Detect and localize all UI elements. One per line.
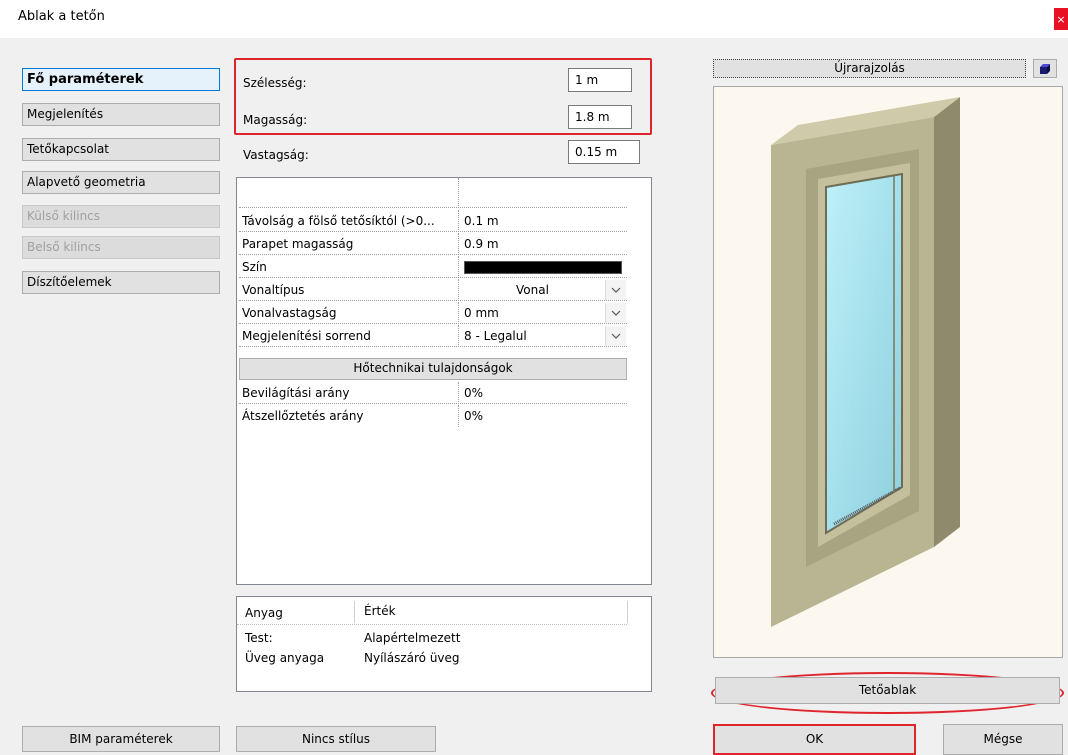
- property-label: Átszellőztetés arány: [242, 409, 364, 423]
- roof-window-type-button[interactable]: Tetőablak: [715, 677, 1060, 704]
- property-label: Parapet magasság: [239, 233, 457, 255]
- nav-item-basic-geometry[interactable]: Alapvető geometria: [22, 171, 220, 194]
- property-row[interactable]: Vonaltípus Vonal: [237, 279, 627, 301]
- materials-header: [237, 597, 627, 625]
- view-mode-button[interactable]: [1033, 59, 1057, 78]
- width-field[interactable]: 1 m: [568, 68, 632, 92]
- property-row[interactable]: Parapet magasság 0.9 m: [237, 233, 627, 255]
- chevron-down-icon[interactable]: [605, 326, 626, 346]
- value-column-header: Érték: [364, 604, 396, 618]
- chevron-down-icon[interactable]: [605, 303, 626, 323]
- property-label: Szín: [239, 256, 457, 278]
- height-field[interactable]: 1.8 m: [568, 105, 632, 129]
- close-icon: ×: [1056, 12, 1066, 26]
- material-value[interactable]: Nyílászáró üveg: [364, 651, 460, 665]
- linetype-value: Vonal: [516, 283, 549, 297]
- material-column-header: Anyag: [245, 606, 283, 620]
- width-label: Szélesség:: [243, 76, 307, 90]
- property-label: Vonalvastagság: [239, 302, 457, 324]
- style-button[interactable]: Nincs stílus: [236, 726, 436, 752]
- color-value[interactable]: [458, 256, 627, 278]
- window-title: Ablak a tetőn: [18, 9, 105, 24]
- property-label: Vonaltípus: [239, 279, 457, 301]
- thermal-properties-button[interactable]: Hőtechnikai tulajdonságok: [239, 358, 627, 380]
- material-value[interactable]: Alapértelmezett: [364, 631, 460, 645]
- height-label: Magasság:: [243, 113, 308, 127]
- nav-item-display[interactable]: Megjelenítés: [22, 103, 220, 126]
- column-divider: [627, 601, 628, 623]
- property-value[interactable]: 0%: [458, 405, 627, 427]
- nav-item-roof-connection[interactable]: Tetőkapcsolat: [22, 138, 220, 161]
- thickness-label: Vastagság:: [243, 148, 309, 162]
- cube-icon: [1040, 63, 1050, 74]
- property-row[interactable]: Szín: [237, 256, 627, 278]
- property-row[interactable]: Távolság a fölső tetősíktól (>0... 0.1 m: [237, 210, 627, 232]
- redraw-button[interactable]: Újrarajzolás: [713, 59, 1026, 78]
- nav-item-decorations[interactable]: Díszítőelemek: [22, 271, 220, 294]
- column-divider: [354, 601, 355, 623]
- linetype-select[interactable]: Vonal: [458, 279, 627, 301]
- property-row[interactable]: Átszellőztetés arány 0%: [237, 405, 627, 427]
- property-grid-header: [237, 178, 627, 208]
- property-value[interactable]: 0.1 m: [458, 210, 627, 232]
- color-swatch[interactable]: [464, 261, 622, 274]
- display-order-select[interactable]: 8 - Legalul: [458, 325, 627, 347]
- close-button[interactable]: ×: [1054, 8, 1068, 30]
- nav-item-inner-handle: Belső kilincs: [22, 236, 220, 259]
- nav-item-outer-handle: Külső kilincs: [22, 205, 220, 228]
- ok-button[interactable]: OK: [713, 724, 916, 755]
- property-label: Megjelenítési sorrend: [239, 325, 457, 347]
- thickness-field[interactable]: 0.15 m: [568, 140, 640, 164]
- nav-item-main-parameters[interactable]: Fő paraméterek: [22, 68, 220, 91]
- bim-parameters-button[interactable]: BIM paraméterek: [22, 726, 220, 752]
- line-width-value: 0 mm: [464, 306, 499, 320]
- display-order-value: 8 - Legalul: [464, 329, 527, 343]
- line-width-select[interactable]: 0 mm: [458, 302, 627, 324]
- material-name[interactable]: Üveg anyaga: [245, 651, 324, 665]
- window-3d-render: [771, 97, 960, 627]
- chevron-down-icon[interactable]: [605, 280, 626, 300]
- property-row[interactable]: Vonalvastagság 0 mm: [237, 302, 627, 324]
- property-value[interactable]: 0.9 m: [458, 233, 627, 255]
- cancel-button[interactable]: Mégse: [943, 724, 1063, 755]
- property-label: Távolság a fölső tetősíktól (>0...: [239, 210, 457, 232]
- property-grid: Távolság a fölső tetősíktól (>0... 0.1 m…: [236, 177, 652, 585]
- property-row[interactable]: Bevilágítási arány 0%: [237, 382, 627, 404]
- window-preview: [713, 86, 1063, 658]
- material-name[interactable]: Test:: [245, 631, 273, 645]
- materials-table: Anyag Érték Test: Alapértelmezett Üveg a…: [236, 596, 652, 692]
- property-label: Bevilágítási arány: [239, 382, 457, 404]
- property-value[interactable]: 0%: [458, 382, 627, 404]
- property-row[interactable]: Megjelenítési sorrend 8 - Legalul: [237, 325, 627, 347]
